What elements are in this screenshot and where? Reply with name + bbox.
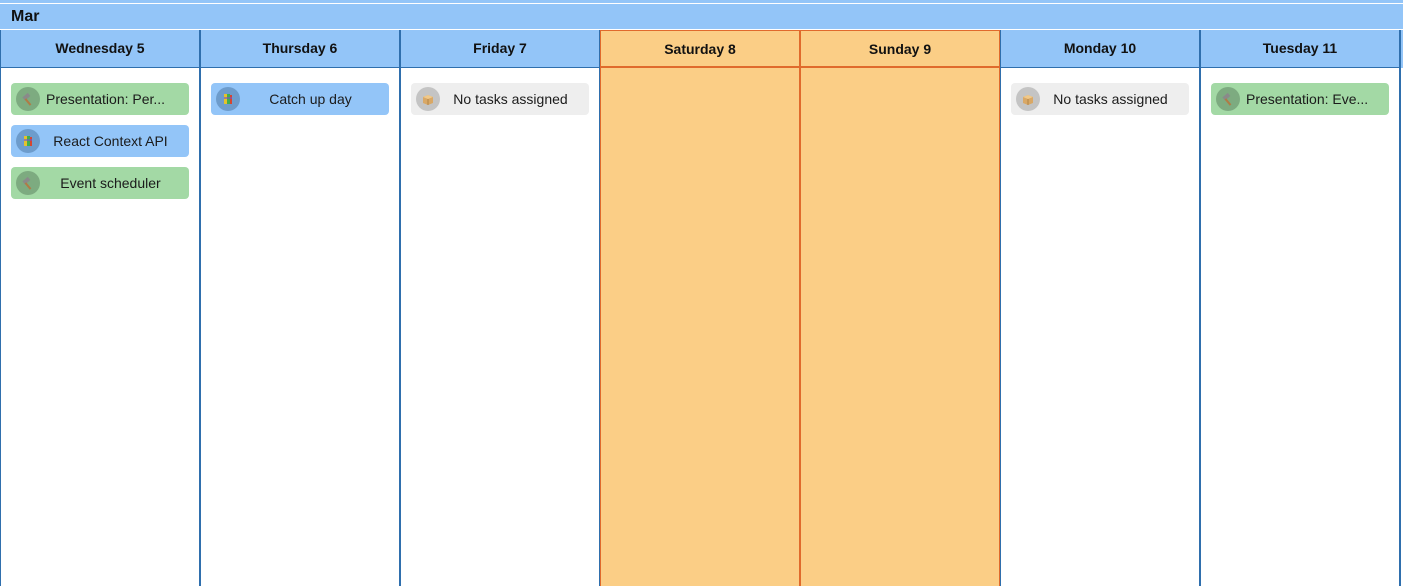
- day-header: Monday 10: [1001, 30, 1199, 68]
- day-header: Thursday 6: [201, 30, 399, 68]
- task-chip[interactable]: No tasks assigned: [1011, 83, 1189, 115]
- task-list: Catch up day: [201, 68, 399, 115]
- book-icon: [16, 129, 40, 153]
- hammer-icon: [16, 87, 40, 111]
- task-list: No tasks assigned: [1001, 68, 1199, 115]
- day-column[interactable]: Sunday 9: [800, 30, 1000, 586]
- task-list: No tasks assigned: [401, 68, 599, 115]
- day-header: Tuesday 11: [1201, 30, 1399, 68]
- task-label: Presentation: Eve...: [1246, 91, 1369, 107]
- day-column[interactable]: Friday 7 No tasks assigned: [400, 30, 600, 586]
- day-column[interactable]: Tuesday 11 Presentation: Eve...: [1200, 30, 1400, 586]
- day-header: Wednesday 5: [1, 30, 199, 68]
- day-header: Friday 7: [401, 30, 599, 68]
- task-label: Event scheduler: [60, 175, 161, 191]
- hammer-icon: [16, 171, 40, 195]
- task-chip[interactable]: Catch up day: [211, 83, 389, 115]
- task-list: [801, 68, 999, 83]
- day-column[interactable]: Wednesday 5 Presentation: Per... React Con…: [0, 30, 200, 586]
- task-label: No tasks assigned: [453, 91, 568, 107]
- task-label: Presentation: Per...: [46, 91, 166, 107]
- week-calendar: Wednesday 5 Presentation: Per... React Con…: [0, 30, 1403, 586]
- month-header: Mar: [0, 4, 1403, 29]
- task-label: No tasks assigned: [1053, 91, 1168, 107]
- task-chip[interactable]: Event scheduler: [11, 167, 189, 199]
- book-icon: [216, 87, 240, 111]
- top-accent-strip: [0, 0, 1403, 3]
- task-chip[interactable]: React Context API: [11, 125, 189, 157]
- box-icon: [1016, 87, 1040, 111]
- task-label: React Context API: [53, 133, 168, 149]
- task-chip[interactable]: Presentation: Per...: [11, 83, 189, 115]
- task-list: [601, 68, 799, 83]
- day-column[interactable]: Monday 10 No tasks assigned: [1000, 30, 1200, 586]
- day-column[interactable]: Thursday 6 Catch up day: [200, 30, 400, 586]
- task-chip[interactable]: Presentation: Eve...: [1211, 83, 1389, 115]
- task-chip[interactable]: No tasks assigned: [411, 83, 589, 115]
- hammer-icon: [1216, 87, 1240, 111]
- box-icon: [416, 87, 440, 111]
- task-list: Presentation: Eve...: [1201, 68, 1399, 115]
- task-list: Presentation: Per... React Context API Eve…: [1, 68, 199, 199]
- day-column[interactable]: Saturday 8: [600, 30, 800, 586]
- day-header: Sunday 9: [801, 30, 999, 68]
- day-header: Saturday 8: [601, 30, 799, 68]
- task-label: Catch up day: [269, 91, 352, 107]
